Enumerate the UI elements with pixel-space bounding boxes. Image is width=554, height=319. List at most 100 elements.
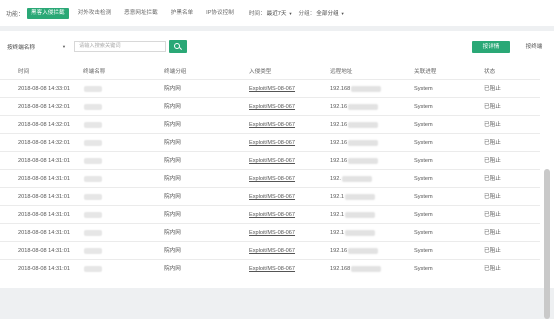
table-row[interactable]: 2018-08-08 14:31:01 院内网 Exploit/MS-08-067 1… (0, 187, 540, 205)
vertical-scrollbar[interactable] (544, 169, 550, 319)
group-filter[interactable]: 分组： 全部分组 ▼ (298, 9, 344, 18)
header-time[interactable]: 时间 (18, 67, 29, 77)
row-terminal-name (83, 134, 102, 152)
row-remote-address: 192.1 (330, 224, 375, 242)
table-row[interactable]: 2018-08-08 14:31:01 院内网 Exploit/MS-08-067 1… (0, 259, 540, 277)
row-remote-address: 192.1 (330, 188, 375, 206)
row-terminal-name (83, 116, 102, 134)
row-terminal-group: 院内网 (164, 158, 181, 164)
redacted-ip (351, 85, 382, 92)
row-terminal-name (83, 224, 102, 242)
table-row[interactable]: 2018-08-08 14:33:01 院内网 Exploit/MS-08-067 1… (0, 79, 540, 97)
redacted-ip (348, 103, 379, 110)
row-intrusion-type-link[interactable]: Exploit/MS-08-067 (249, 242, 295, 260)
row-terminal-name (83, 206, 102, 224)
table-row[interactable]: 2018-08-08 14:31:01 院内网 Exploit/MS-08-067 1… (0, 151, 540, 169)
main-panel: 按终端名称 ▼ 请输入搜索关键词 按详情 按终端 时间 终端名称 终端分组 入侵… (0, 31, 554, 319)
row-intrusion-type-link[interactable]: Exploit/MS-08-067 (249, 170, 295, 188)
tab-hacker-intrusion[interactable]: 黑客入侵拦截 (27, 7, 69, 19)
row-remote-address: 192. (330, 170, 372, 188)
row-process: System (414, 86, 433, 92)
row-process: System (414, 230, 433, 236)
search-button[interactable] (169, 40, 187, 53)
row-remote-address: 192.16 (330, 134, 379, 152)
search-toolbar: 按终端名称 ▼ 请输入搜索关键词 按详情 按终端 (0, 31, 554, 61)
row-terminal-group: 院内网 (164, 104, 181, 110)
header-status[interactable]: 状态 (484, 67, 495, 77)
redacted-name (84, 193, 102, 200)
row-process: System (414, 104, 433, 110)
row-time: 2018-08-08 14:31:01 (18, 158, 70, 164)
row-status: 已阻止 (484, 176, 501, 182)
redacted-ip (348, 121, 379, 128)
table-row[interactable]: 2018-08-08 14:31:01 院内网 Exploit/MS-08-067 1… (0, 205, 540, 223)
caret-down-icon: ▼ (62, 44, 66, 49)
view-by-terminal-button[interactable]: 按终端 (517, 41, 551, 53)
header-remote-address[interactable]: 远程地址 (330, 67, 352, 77)
redacted-ip (341, 175, 372, 182)
row-remote-address: 192.168 (330, 260, 382, 278)
table-row[interactable]: 2018-08-08 14:32:01 院内网 Exploit/MS-08-067 1… (0, 97, 540, 115)
function-bar: 功能： 黑客入侵拦截 对外攻击检测 恶意网址拦截 护黑名单 IP协议控制 时间：… (0, 0, 554, 26)
row-status: 已阻止 (484, 230, 501, 236)
redacted-name (84, 157, 102, 164)
row-terminal-group: 院内网 (164, 230, 181, 236)
row-intrusion-type-link[interactable]: Exploit/MS-08-067 (249, 134, 295, 152)
row-process: System (414, 266, 433, 272)
row-status: 已阻止 (484, 104, 501, 110)
row-terminal-group: 院内网 (164, 212, 181, 218)
header-terminal-group[interactable]: 终端分组 (164, 67, 186, 77)
redacted-name (84, 265, 102, 272)
row-remote-address: 192.16 (330, 152, 379, 170)
row-time: 2018-08-08 14:32:01 (18, 140, 70, 146)
row-terminal-name (83, 152, 102, 170)
row-status: 已阻止 (484, 140, 501, 146)
tab-blacklist[interactable]: 护黑名单 (167, 8, 197, 19)
table-row[interactable]: 2018-08-08 14:31:01 院内网 Exploit/MS-08-067 1… (0, 169, 540, 187)
table-row[interactable]: 2018-08-08 14:32:01 院内网 Exploit/MS-08-067 1… (0, 115, 540, 133)
header-terminal-name[interactable]: 终端名称 (83, 67, 105, 77)
table-row[interactable]: 2018-08-08 14:31:01 院内网 Exploit/MS-08-067 1… (0, 223, 540, 241)
row-status: 已阻止 (484, 212, 501, 218)
redacted-ip (348, 247, 379, 254)
row-terminal-name (83, 80, 102, 98)
header-process[interactable]: 关联进程 (414, 67, 436, 77)
row-terminal-group: 院内网 (164, 176, 181, 182)
row-intrusion-type-link[interactable]: Exploit/MS-08-067 (249, 206, 295, 224)
row-terminal-group: 院内网 (164, 122, 181, 128)
row-time: 2018-08-08 14:31:01 (18, 176, 70, 182)
row-intrusion-type-link[interactable]: Exploit/MS-08-067 (249, 152, 295, 170)
tab-ip-protocol[interactable]: IP协议控制 (202, 8, 238, 19)
search-input[interactable]: 请输入搜索关键词 (74, 41, 166, 52)
row-intrusion-type-link[interactable]: Exploit/MS-08-067 (249, 116, 295, 134)
group-filter-value: 全部分组 (316, 11, 339, 17)
function-label: 功能： (6, 11, 25, 18)
row-status: 已阻止 (484, 248, 501, 254)
redacted-ip (345, 193, 375, 200)
tab-outbound-attack[interactable]: 对外攻击检测 (74, 8, 116, 19)
tab-malicious-url[interactable]: 恶意网址拦截 (120, 8, 162, 19)
row-intrusion-type-link[interactable]: Exploit/MS-08-067 (249, 224, 295, 242)
header-intrusion-type[interactable]: 入侵类型 (249, 67, 271, 77)
row-intrusion-type-link[interactable]: Exploit/MS-08-067 (249, 188, 295, 206)
search-field-select[interactable]: 按终端名称 ▼ (7, 41, 69, 52)
redacted-ip (345, 211, 375, 218)
view-by-detail-button[interactable]: 按详情 (472, 41, 510, 53)
row-status: 已阻止 (484, 158, 501, 164)
row-intrusion-type-link[interactable]: Exploit/MS-08-067 (249, 260, 295, 278)
row-intrusion-type-link[interactable]: Exploit/MS-08-067 (249, 98, 295, 116)
row-terminal-name (83, 98, 102, 116)
row-terminal-group: 院内网 (164, 140, 181, 146)
time-filter[interactable]: 时间： 最近7天 ▼ (248, 9, 293, 18)
table-row[interactable]: 2018-08-08 14:32:01 院内网 Exploit/MS-08-067 1… (0, 133, 540, 151)
row-terminal-name (83, 242, 102, 260)
row-intrusion-type-link[interactable]: Exploit/MS-08-067 (249, 80, 295, 98)
redacted-name (84, 121, 102, 128)
row-process: System (414, 140, 433, 146)
row-terminal-group: 院内网 (164, 266, 181, 272)
row-time: 2018-08-08 14:31:01 (18, 194, 70, 200)
table-row[interactable]: 2018-08-08 14:31:01 院内网 Exploit/MS-08-067 1… (0, 241, 540, 259)
redacted-name (84, 85, 102, 92)
time-filter-label: 时间： (248, 11, 266, 17)
row-process: System (414, 194, 433, 200)
